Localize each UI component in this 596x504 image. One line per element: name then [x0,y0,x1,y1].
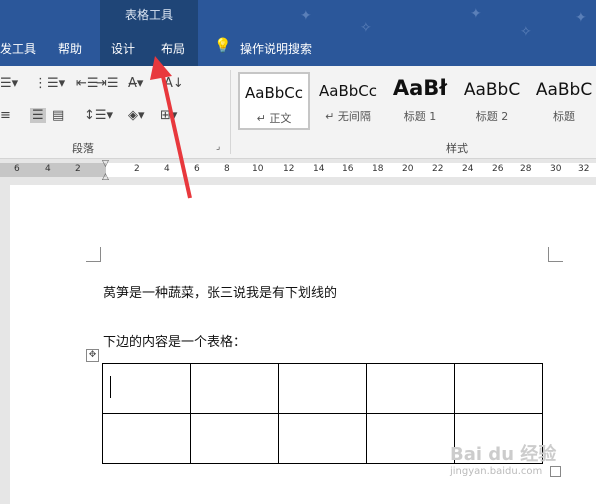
watermark-url: jingyan.baidu.com [450,466,543,477]
annotation-arrow [150,56,192,199]
arrow-head [150,56,172,80]
arrow-shaft [160,71,192,199]
watermark-brand: Bai du 经验 [450,444,557,465]
watermark: Bai du 经验 jingyan.baidu.com [450,440,556,477]
